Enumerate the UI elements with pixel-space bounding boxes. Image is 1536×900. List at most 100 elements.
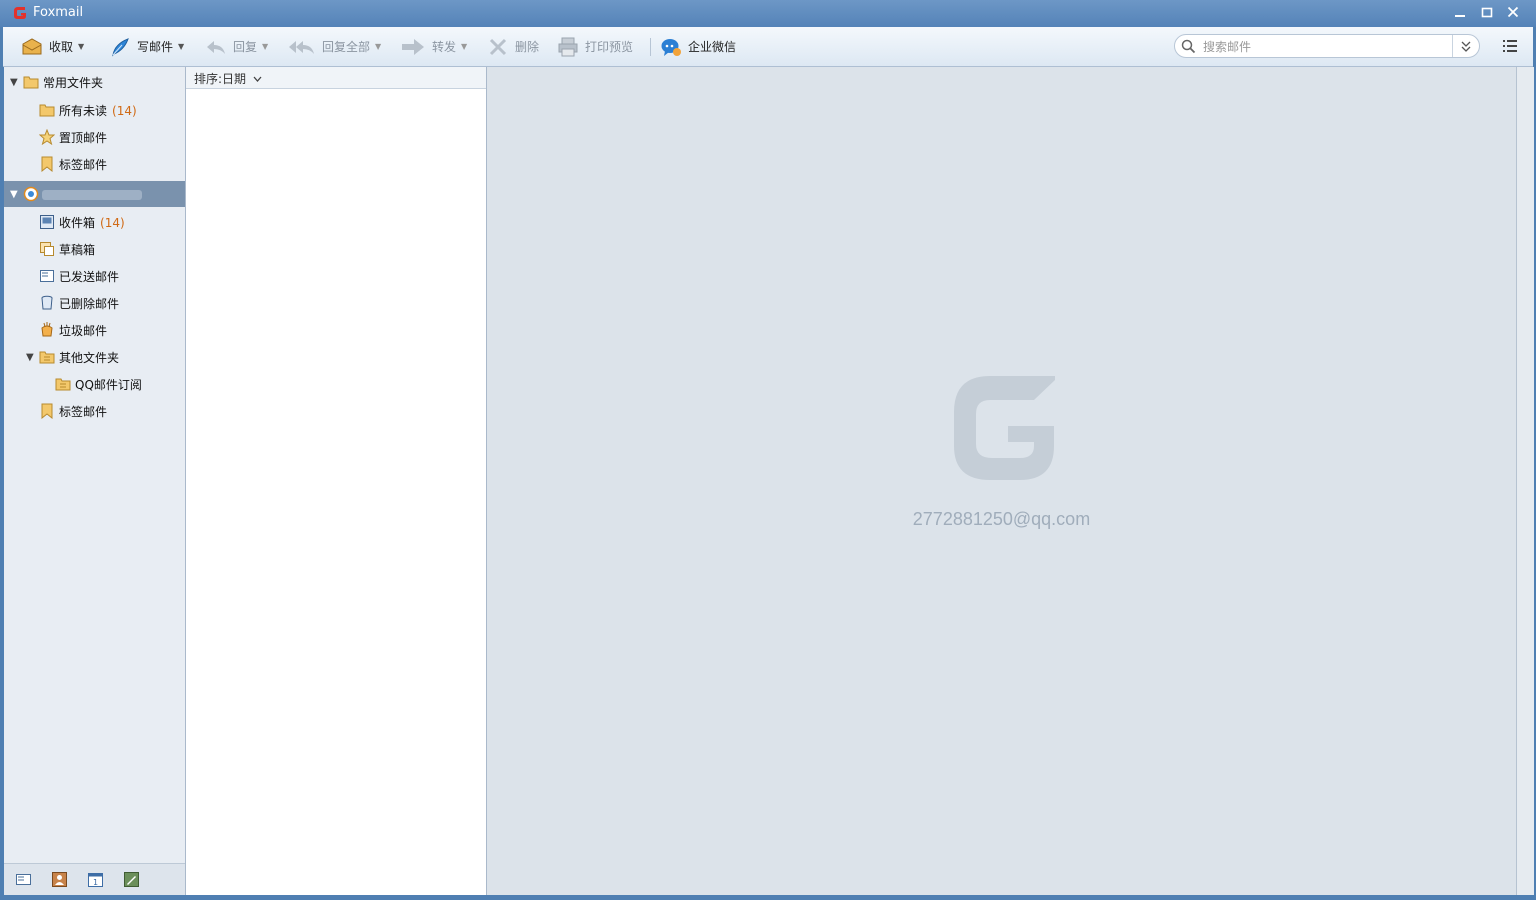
sidebar-item-label: 垃圾邮件 [59, 324, 108, 338]
foxmail-watermark-icon [954, 376, 1055, 480]
search-input[interactable] [1201, 38, 1451, 56]
reply-arrow-icon [207, 40, 225, 54]
folder-sidebar: ▼ 常用文件夹 所有未读 (14) 置顶邮件 标签邮件 ▼ 收件箱 (14) 草… [4, 67, 186, 895]
folder-icon [55, 378, 71, 391]
folder-icon [23, 76, 39, 89]
qq-account-icon [23, 186, 39, 202]
drafts-icon [40, 242, 54, 256]
sidebar-item-label: 收件箱 [59, 216, 96, 230]
foxmail-logo-icon [14, 7, 26, 19]
delete-x-icon [489, 38, 507, 55]
sidebar-item-inbox[interactable]: 收件箱 (14) [4, 209, 185, 236]
chevron-down-icon[interactable]: ▼ [78, 42, 84, 51]
search-icon [1181, 39, 1196, 54]
reading-pane: 2772881250@qq.com [487, 67, 1516, 895]
delete-label: 删除 [515, 40, 540, 54]
sidebar-item-label: 置顶邮件 [59, 131, 108, 145]
sidebar-item-other-folders[interactable]: ▼ 其他文件夹 [4, 344, 185, 371]
sidebar-item-label: 草稿箱 [59, 243, 96, 257]
foxmail-window: Foxmail 收取 ▼ 写邮件 ▼ 回复 ▼ 回复全部 ▼ 转发 ▼ 删除 打… [0, 0, 1536, 900]
trash-can-icon [41, 295, 53, 310]
reply-label: 回复 [233, 40, 258, 54]
junk-mail-icon [41, 322, 53, 337]
toolbar-divider [650, 38, 651, 56]
forward-label: 转发 [432, 40, 457, 54]
chevron-down-icon [253, 76, 262, 82]
app-title: Foxmail [33, 5, 84, 20]
chevron-down-icon[interactable]: ▼ [375, 42, 381, 51]
common-folders-label: 常用文件夹 [43, 76, 104, 90]
receive-label: 收取 [49, 40, 74, 54]
wecom-label: 企业微信 [688, 40, 737, 54]
star-icon [39, 129, 55, 145]
sidebar-item-deleted[interactable]: 已删除邮件 [4, 290, 185, 317]
close-button[interactable] [1503, 4, 1523, 24]
inbox-icon [40, 215, 54, 229]
compose-label: 写邮件 [137, 40, 174, 54]
account-name-redacted [42, 190, 142, 200]
title-bar: Foxmail [0, 0, 1536, 27]
unread-count-badge: (14) [112, 103, 137, 118]
sidebar-item-label: 其他文件夹 [59, 351, 120, 365]
mail-module-icon[interactable] [15, 871, 32, 888]
reply-all-arrow-icon [289, 40, 314, 54]
main-toolbar: 收取 ▼ 写邮件 ▼ 回复 ▼ 回复全部 ▼ 转发 ▼ 删除 打印预览 企业微信… [3, 27, 1533, 67]
delete-button[interactable]: 删除 [487, 27, 539, 66]
sidebar-item-pinned[interactable]: 置顶邮件 [4, 124, 185, 151]
sidebar-item-tagged[interactable]: 标签邮件 [4, 151, 185, 178]
sidebar-item-label: QQ邮件订阅 [75, 378, 142, 392]
sidebar-item-all-unread[interactable]: 所有未读 (14) [4, 97, 185, 124]
sort-label: 排序:日期 [194, 72, 247, 86]
common-folders-group[interactable]: ▼ 常用文件夹 [4, 69, 185, 96]
wecom-button[interactable]: 企业微信 [660, 27, 736, 66]
reply-all-label: 回复全部 [322, 40, 371, 54]
sent-mail-icon [40, 270, 54, 282]
sidebar-item-label: 标签邮件 [59, 405, 108, 419]
print-preview-button[interactable]: 打印预览 [557, 27, 633, 66]
close-icon [1507, 6, 1519, 18]
account-row[interactable]: ▼ [4, 181, 185, 207]
tag-icon [41, 156, 53, 172]
notes-module-icon[interactable] [123, 871, 140, 888]
minimize-icon [1455, 15, 1465, 17]
reply-all-button[interactable]: 回复全部 ▼ [288, 27, 381, 66]
module-switcher: 1 [4, 863, 185, 895]
receive-button[interactable]: 收取 ▼ [21, 27, 84, 66]
minimize-button[interactable] [1450, 4, 1470, 24]
account-email: 2772881250@qq.com [912, 509, 1091, 529]
folder-icon [39, 104, 55, 117]
chevron-down-icon[interactable]: ▼ [178, 42, 184, 51]
search-options-button[interactable] [1452, 35, 1479, 57]
expand-triangle-icon[interactable]: ▼ [10, 77, 20, 88]
sidebar-item-junk[interactable]: 垃圾邮件 [4, 317, 185, 344]
compose-button[interactable]: 写邮件 ▼ [109, 27, 184, 66]
reply-button[interactable]: 回复 ▼ [205, 27, 268, 66]
sort-dropdown[interactable]: 排序:日期 [194, 70, 262, 87]
sidebar-item-drafts[interactable]: 草稿箱 [4, 236, 185, 263]
maximize-button[interactable] [1477, 4, 1497, 24]
main-menu-icon[interactable] [1501, 37, 1519, 55]
expand-triangle-icon[interactable]: ▼ [10, 189, 20, 200]
sidebar-item-label: 已删除邮件 [59, 297, 120, 311]
wecom-chat-icon [661, 38, 681, 56]
print-preview-label: 打印预览 [585, 40, 634, 54]
maximize-icon [1481, 7, 1493, 18]
search-box [1174, 34, 1480, 58]
forward-button[interactable]: 转发 ▼ [400, 27, 467, 66]
double-chevron-down-icon [1461, 41, 1471, 52]
unread-count-badge: (14) [100, 215, 125, 230]
chevron-down-icon[interactable]: ▼ [262, 42, 268, 51]
calendar-module-icon[interactable]: 1 [87, 871, 104, 888]
chevron-down-icon[interactable]: ▼ [461, 42, 467, 51]
sidebar-item-qq-subscription[interactable]: QQ邮件订阅 [4, 371, 185, 398]
contacts-module-icon[interactable] [51, 871, 68, 888]
forward-arrow-icon [402, 38, 424, 55]
message-list: 排序:日期 [186, 67, 487, 895]
printer-icon [558, 37, 578, 56]
message-list-header: 排序:日期 [186, 67, 486, 89]
sidebar-item-sent[interactable]: 已发送邮件 [4, 263, 185, 290]
right-edge-panel [1516, 67, 1534, 895]
tag-icon [41, 403, 53, 419]
sidebar-item-account-tagged[interactable]: 标签邮件 [4, 398, 185, 425]
expand-triangle-icon[interactable]: ▼ [26, 352, 36, 363]
